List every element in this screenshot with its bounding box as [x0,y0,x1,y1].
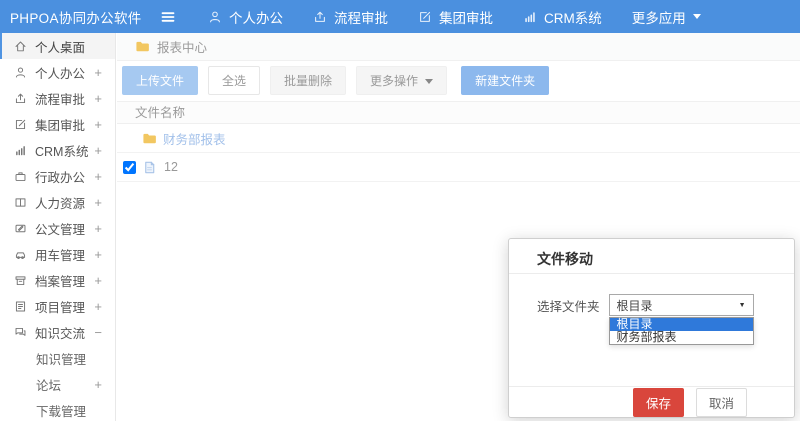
topnav-crm[interactable]: CRM系统 [523,7,602,27]
row-checkbox[interactable] [123,160,136,174]
expand-plus-icon[interactable]: + [94,169,102,184]
sidebar-item-knowledge-exchange[interactable]: 知识交流 − [0,319,115,345]
process-icon [313,10,327,24]
expand-plus-icon[interactable]: + [94,221,102,236]
process-icon [14,92,27,105]
sidebar-item-personal-office[interactable]: 个人办公 + [0,59,115,85]
sidebar-item-document-mgmt[interactable]: 公文管理 + [0,215,115,241]
sidebar-item-archive-mgmt[interactable]: 档案管理 + [0,267,115,293]
sidebar-item-vehicle-mgmt[interactable]: 用车管理 + [0,241,115,267]
sidebar: 个人桌面 个人办公 + 流程审批 + 集团审批 + CRM系统 + 行政办公 + [0,33,116,421]
chat-icon [14,326,27,339]
top-nav: 个人办公 流程审批 集团审批 CRM系统 更多应用 [208,7,701,27]
app-logo: PHPOA协同办公软件 [10,10,142,26]
sidebar-item-admin-office[interactable]: 行政办公 + [0,163,115,189]
bar-chart-icon [523,10,537,24]
move-file-dialog: 文件移动 选择文件夹 根目录 ▼ 根目录 财务部报表 保存 取消 [508,238,795,418]
sidebar-item-desktop[interactable]: 个人桌面 [0,33,115,59]
save-button[interactable]: 保存 [632,387,684,417]
edit-icon [418,10,432,24]
user-icon [208,10,222,24]
breadcrumb-label: 报表中心 [157,41,208,55]
file-icon [142,160,157,175]
bar-chart-icon [14,144,27,157]
batch-delete-button[interactable]: 批量删除 [270,66,347,95]
expand-plus-icon[interactable]: + [94,273,102,288]
expand-plus-icon[interactable]: + [94,65,102,80]
select-all-button[interactable]: 全选 [208,66,261,95]
sidebar-subitem-knowledge-mgmt[interactable]: 知识管理 [0,345,115,371]
topnav-more-apps[interactable]: 更多应用 [632,7,701,27]
topnav-workflow-approval[interactable]: 流程审批 [313,7,388,27]
expand-plus-icon[interactable]: + [94,143,102,158]
new-folder-button[interactable]: 新建文件夹 [461,66,550,95]
folder-name-link[interactable]: 财务部报表 [163,129,226,148]
more-actions-button[interactable]: 更多操作 [356,66,448,95]
user-icon [14,66,27,79]
caret-down-icon: ▼ [738,301,746,309]
folder-select-dropdown: 根目录 财务部报表 [608,317,754,345]
sidebar-subitem-forum[interactable]: 论坛 + [0,371,115,397]
sidebar-item-project-mgmt[interactable]: 项目管理 + [0,293,115,319]
expand-plus-icon[interactable]: + [94,299,102,314]
expand-plus-icon[interactable]: + [94,117,102,132]
toolbar: 上传文件 全选 批量删除 更多操作 新建文件夹 [117,61,800,101]
expand-plus-icon[interactable]: + [94,195,102,210]
topbar: PHPOA协同办公软件 个人办公 流程审批 集团审批 CRM系统 更多应用 [0,0,800,33]
table-row-folder[interactable]: 财务部报表 [117,124,800,153]
home-icon [14,40,27,53]
upload-file-button[interactable]: 上传文件 [122,66,199,95]
folder-select-value: 根目录 [616,298,653,313]
topnav-personal-office[interactable]: 个人办公 [208,7,283,27]
cancel-button[interactable]: 取消 [695,387,747,417]
document-pen-icon [14,222,27,235]
table-header-file-name: 文件名称 [117,101,800,124]
car-icon [14,248,27,261]
folder-icon [135,39,150,54]
caret-down-icon [425,79,434,84]
sidebar-subitem-download-mgmt[interactable]: 下载管理 [0,397,115,421]
file-name-label[interactable]: 12 [164,160,178,174]
archive-icon [14,274,27,287]
folder-icon [142,131,157,146]
dialog-footer: 保存 取消 [509,386,794,417]
briefcase-icon [14,170,27,183]
select-folder-label: 选择文件夹 [537,299,600,314]
expand-plus-icon[interactable]: + [94,91,102,106]
book-icon [14,196,27,209]
caret-down-icon [692,14,701,19]
collapse-minus-icon[interactable]: − [94,325,102,340]
folder-select[interactable]: 根目录 ▼ [608,294,754,316]
sidebar-item-group-approval[interactable]: 集团审批 + [0,111,115,137]
edit-icon [14,118,27,131]
table-row-file[interactable]: 12 [117,153,800,182]
expand-plus-icon[interactable]: + [94,377,102,392]
menu-icon[interactable] [160,9,176,25]
topnav-group-approval[interactable]: 集团审批 [418,7,493,27]
sidebar-item-crm[interactable]: CRM系统 + [0,137,115,163]
dialog-title: 文件移动 [509,239,794,274]
sidebar-item-workflow-approval[interactable]: 流程审批 + [0,85,115,111]
sidebar-item-hr[interactable]: 人力资源 + [0,189,115,215]
breadcrumb: 报表中心 [117,33,800,61]
dialog-body: 选择文件夹 根目录 ▼ 根目录 财务部报表 [509,274,794,387]
expand-plus-icon[interactable]: + [94,247,102,262]
clipboard-icon [14,300,27,313]
option-finance-reports[interactable]: 财务部报表 [610,331,753,344]
